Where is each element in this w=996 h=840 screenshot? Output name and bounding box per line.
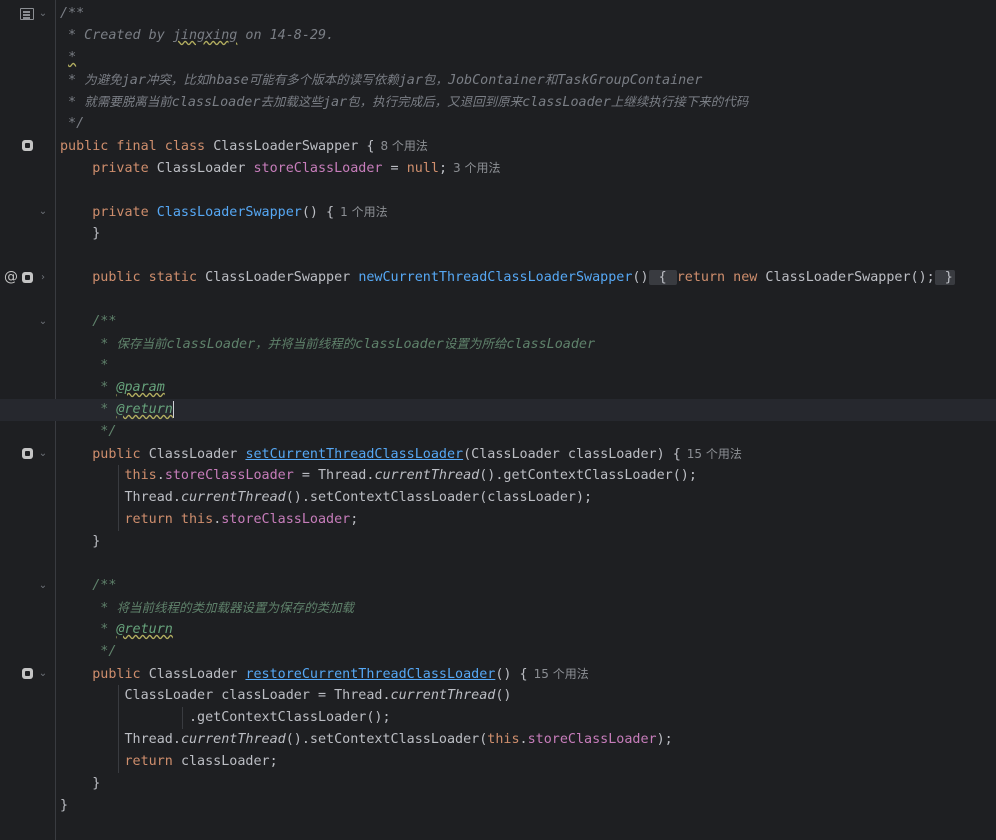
chevron-down-icon[interactable]: ⌄: [38, 581, 48, 591]
gutter-row: ⌄: [0, 3, 56, 25]
code-line[interactable]: * 保存当前classLoader，并将当前线程的classLoader设置为所…: [60, 333, 996, 355]
code-line[interactable]: }: [60, 773, 996, 795]
code-line[interactable]: [60, 245, 996, 267]
code-line[interactable]: Thread.currentThread().setContextClassLo…: [60, 487, 996, 509]
gutter-row: ⌄: [0, 201, 56, 223]
annotation-icon[interactable]: @: [4, 270, 18, 284]
code-line[interactable]: */: [60, 113, 996, 135]
comment-text: * Created by jingxing on 14-8-29.: [60, 28, 335, 43]
gutter-row: ⌄: [0, 443, 56, 465]
code-line[interactable]: private ClassLoader storeClassLoader = n…: [60, 157, 996, 179]
code-line[interactable]: /**: [60, 575, 996, 597]
indent-guide: [182, 707, 183, 729]
gutter-row: ⌄: [0, 663, 56, 685]
comment-text: *: [68, 50, 77, 65]
code-line[interactable]: * 将当前线程的类加载器设置为保存的类加载: [60, 597, 996, 619]
indent-guide: [118, 465, 119, 531]
code-line[interactable]: ClassLoader classLoader = Thread.current…: [60, 685, 996, 707]
code-line-current[interactable]: * @return: [0, 399, 996, 421]
chevron-right-icon[interactable]: ›: [38, 273, 48, 283]
code-line[interactable]: */: [60, 641, 996, 663]
method-name[interactable]: setCurrentThreadClassLoader: [245, 447, 463, 462]
gutter-row: ⌄: [0, 311, 56, 333]
comment-text: /**: [60, 6, 85, 21]
method-name[interactable]: newCurrentThreadClassLoaderSwapper: [358, 270, 632, 285]
code-line[interactable]: * 就需要脱离当前classLoader去加载这些jar包，执行完成后，又退回到…: [60, 91, 996, 113]
code-line[interactable]: *: [60, 355, 996, 377]
comment-text: * 就需要脱离当前classLoader去加载这些jar包，执行完成后，又退回到…: [60, 94, 749, 110]
code-line[interactable]: * @return: [60, 619, 996, 641]
gutter-row: ⌄: [0, 575, 56, 597]
code-editor[interactable]: /** * Created by jingxing on 14-8-29. * …: [0, 3, 996, 817]
chevron-down-icon[interactable]: ⌄: [38, 669, 48, 679]
folded-region[interactable]: {: [648, 270, 677, 285]
code-line[interactable]: *: [60, 47, 996, 69]
class-name[interactable]: ClassLoaderSwapper: [213, 139, 358, 154]
chevron-down-icon[interactable]: ⌄: [38, 207, 48, 217]
code-line[interactable]: }: [60, 223, 996, 245]
usages-hint[interactable]: 3 个用法: [453, 161, 500, 175]
code-line[interactable]: this.storeClassLoader = Thread.currentTh…: [60, 465, 996, 487]
implemented-icon[interactable]: [22, 448, 33, 459]
code-line[interactable]: public static ClassLoaderSwapper newCurr…: [60, 267, 996, 289]
code-line[interactable]: public ClassLoader restoreCurrentThreadC…: [60, 663, 996, 685]
code-line[interactable]: public ClassLoader setCurrentThreadClass…: [60, 443, 996, 465]
code-line[interactable]: }: [60, 795, 996, 817]
code-line[interactable]: return classLoader;: [60, 751, 996, 773]
code-line[interactable]: [60, 179, 996, 201]
constructor-name[interactable]: ClassLoaderSwapper: [157, 205, 302, 220]
implemented-icon[interactable]: [22, 140, 33, 151]
code-line[interactable]: * 为避免jar冲突，比如hbase可能有多个版本的读写依赖jar包，JobCo…: [60, 69, 996, 91]
reader-mode-icon[interactable]: [20, 8, 34, 20]
code-line[interactable]: * @param: [60, 377, 996, 399]
implemented-icon[interactable]: [22, 668, 33, 679]
gutter-row: @ ›: [0, 267, 56, 289]
code-line[interactable]: /**: [60, 3, 996, 25]
usages-hint[interactable]: 15 个用法: [687, 447, 742, 461]
implemented-icon[interactable]: [22, 272, 33, 283]
text-caret: [172, 400, 175, 418]
code-line[interactable]: * Created by jingxing on 14-8-29.: [60, 25, 996, 47]
folded-region[interactable]: }: [934, 270, 955, 285]
code-line[interactable]: public final class ClassLoaderSwapper {8…: [60, 135, 996, 157]
method-name[interactable]: restoreCurrentThreadClassLoader: [245, 667, 495, 682]
field-name[interactable]: storeClassLoader: [254, 161, 383, 176]
chevron-down-icon[interactable]: ⌄: [38, 449, 48, 459]
comment-text: */: [60, 116, 85, 131]
code-line[interactable]: }: [60, 531, 996, 553]
usages-hint[interactable]: 8 个用法: [380, 139, 427, 153]
code-line[interactable]: */: [60, 421, 996, 443]
chevron-down-icon[interactable]: ⌄: [38, 9, 48, 19]
code-line[interactable]: [60, 289, 996, 311]
code-line[interactable]: /**: [60, 311, 996, 333]
comment-text: * 为避免jar冲突，比如hbase可能有多个版本的读写依赖jar包，JobCo…: [60, 72, 703, 88]
code-line[interactable]: .getContextClassLoader();: [60, 707, 996, 729]
usages-hint[interactable]: 1 个用法: [340, 205, 387, 219]
code-line[interactable]: [60, 553, 996, 575]
gutter-row: [0, 135, 56, 157]
code-line[interactable]: private ClassLoaderSwapper() {1 个用法: [60, 201, 996, 223]
usages-hint[interactable]: 15 个用法: [534, 667, 589, 681]
code-line[interactable]: Thread.currentThread().setContextClassLo…: [60, 729, 996, 751]
indent-guide: [118, 685, 119, 773]
chevron-down-icon[interactable]: ⌄: [38, 317, 48, 327]
code-line[interactable]: return this.storeClassLoader;: [60, 509, 996, 531]
